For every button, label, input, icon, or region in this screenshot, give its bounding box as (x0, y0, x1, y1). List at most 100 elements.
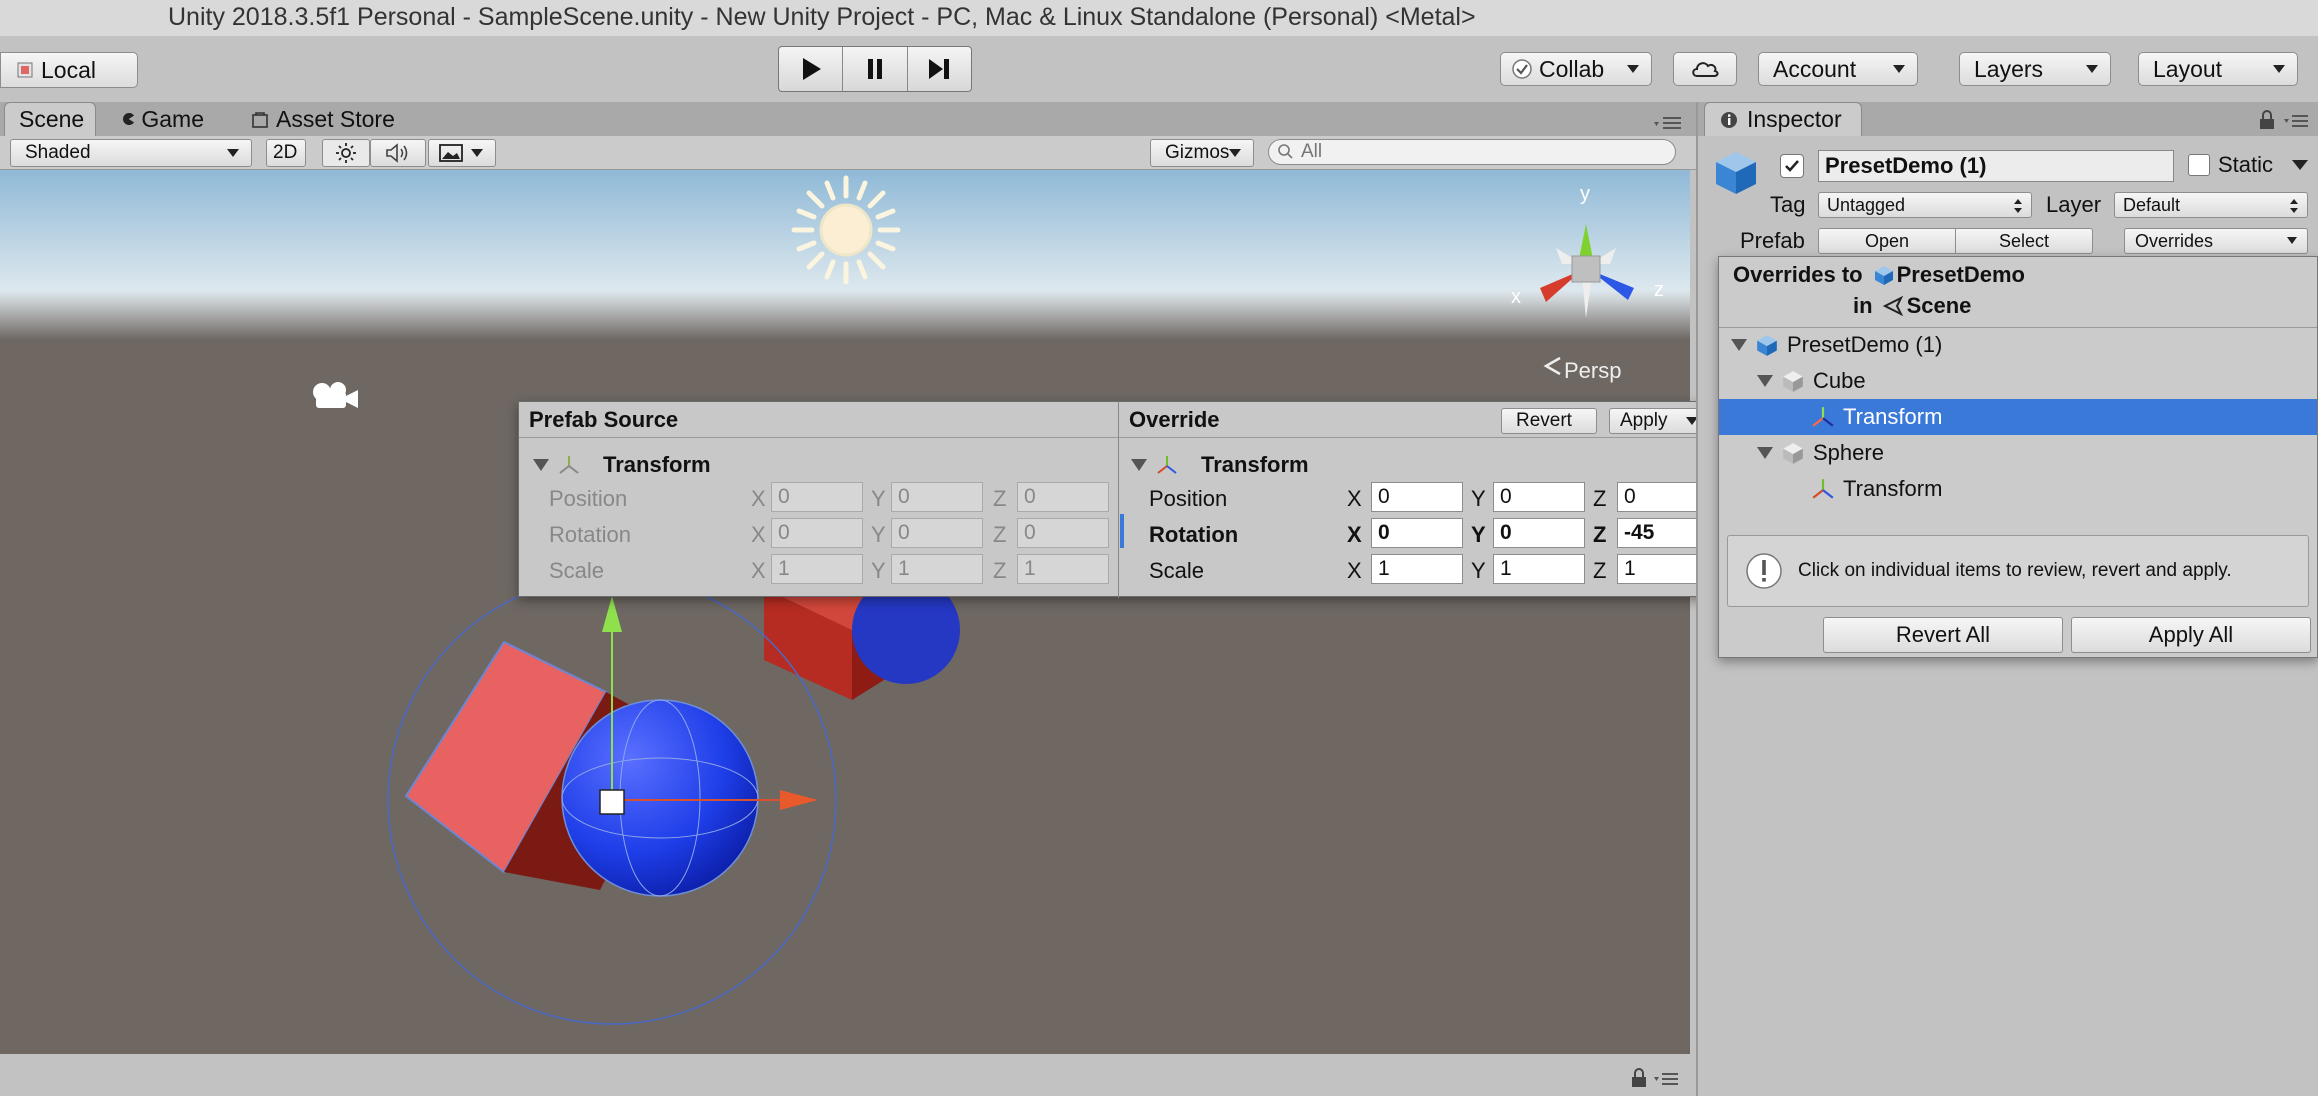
foldout-triangle-icon (1131, 459, 1147, 471)
play-button[interactable] (779, 47, 844, 91)
static-dropdown-icon[interactable] (2292, 160, 2308, 170)
scene-bottom-strip (0, 1054, 1696, 1096)
source-component-header[interactable]: Transform (533, 452, 711, 478)
source-component-name: Transform (603, 452, 711, 477)
apply-label: Apply (1620, 410, 1668, 431)
tree-item-sphere[interactable]: Sphere (1719, 435, 2317, 471)
source-scale-z-field: 1 (1017, 554, 1109, 584)
tag-dropdown[interactable]: Untagged (1818, 192, 2032, 218)
toggle-2d-button[interactable]: 2D (266, 139, 306, 167)
scene-orientation-gizmo[interactable] (1540, 224, 1634, 318)
foldout-triangle-icon (1757, 375, 1773, 387)
apply-all-button[interactable]: Apply All (2071, 617, 2311, 653)
speaker-icon (386, 143, 408, 163)
play-icon (802, 58, 821, 80)
scene-search-input[interactable] (1299, 140, 1663, 164)
overrides-popup: Overrides to PresetDemo in Scene PresetD… (1718, 256, 2318, 658)
override-scale-x-field[interactable]: 1 (1371, 554, 1463, 584)
apply-dropdown[interactable]: Apply (1609, 408, 1707, 434)
gizmo-x-label: x (1511, 286, 1521, 308)
checkmark-icon (1785, 160, 1799, 172)
panel-menu-icon[interactable] (1652, 1070, 1680, 1088)
revert-label: Revert (1516, 410, 1572, 431)
prefab-override-comparison: Prefab Source Override Revert Apply Tran… (518, 401, 1716, 598)
tab-asset-store-label: Asset Store (276, 105, 395, 132)
revert-all-button[interactable]: Revert All (1823, 617, 2063, 653)
chevron-down-icon (1893, 65, 1905, 73)
tree-item-label: Cube (1813, 368, 1866, 393)
lock-icon[interactable] (2258, 110, 2276, 130)
step-button[interactable] (908, 47, 971, 91)
tab-inspector[interactable]: Inspector (1704, 102, 1862, 136)
axis-y-label: Y (871, 522, 886, 547)
override-title: Override (1129, 406, 1220, 432)
revert-button[interactable]: Revert (1501, 408, 1597, 434)
gizmos-label: Gizmos (1165, 142, 1230, 163)
pivot-rotation-button[interactable]: Local (0, 52, 138, 88)
overrides-title-prefix: Overrides to (1733, 262, 1863, 287)
front-sphere[interactable] (561, 699, 759, 897)
tree-item-sphere-transform[interactable]: Transform (1719, 471, 2317, 507)
chevron-down-icon (227, 149, 239, 157)
tree-item-cube[interactable]: Cube (1719, 363, 2317, 399)
panel-menu-icon[interactable] (1652, 114, 1684, 132)
panel-menu-icon[interactable] (2282, 112, 2310, 130)
layout-dropdown[interactable]: Layout (2138, 52, 2298, 86)
object-name-field[interactable]: PresetDemo (1) (1818, 150, 2174, 182)
axis-z-label: Z (1593, 558, 1607, 583)
info-text: Click on individual items to review, rev… (1798, 560, 2232, 581)
scene-viewport[interactable]: y x z Persp (0, 170, 1690, 1054)
asset-store-bag-icon (252, 112, 268, 128)
prefab-open-button[interactable]: Open (1818, 228, 1956, 254)
overrides-dropdown[interactable]: Overrides (2124, 228, 2308, 254)
override-rotation-y-field[interactable]: 0 (1493, 518, 1585, 548)
axis-y-label: Y (1471, 486, 1486, 511)
source-scale-x-field: 1 (771, 554, 863, 584)
apply-all-label: Apply All (2148, 622, 2234, 647)
chevron-down-icon (2287, 237, 2297, 244)
gizmo-z-label: z (1654, 279, 1664, 301)
override-position-y-field[interactable]: 0 (1493, 482, 1585, 512)
layers-dropdown[interactable]: Layers (1959, 52, 2111, 86)
tab-scene-label: Scene (19, 106, 85, 132)
prefab-select-button[interactable]: Select (1955, 228, 2093, 254)
prefab-open-label: Open (1864, 230, 1910, 251)
prefab-source-title: Prefab Source (529, 406, 679, 432)
scene-search-field[interactable] (1268, 139, 1676, 165)
persp-toggle[interactable]: Persp (1543, 356, 1621, 383)
pause-button[interactable] (843, 47, 908, 91)
tree-item-cube-transform[interactable]: Transform (1719, 399, 2317, 435)
overrides-popup-title: Overrides to PresetDemo in Scene (1733, 259, 2025, 321)
scene-effects-dropdown[interactable] (428, 139, 496, 167)
source-rotation-y-field: 0 (891, 518, 983, 548)
source-rotation-z-field: 0 (1017, 518, 1109, 548)
shading-mode-dropdown[interactable]: Shaded (10, 139, 252, 167)
tab-asset-store[interactable]: Asset Store (236, 102, 416, 136)
chevron-down-icon (2273, 65, 2285, 73)
info-helpbox: Click on individual items to review, rev… (1727, 535, 2309, 607)
game-pacman-icon (123, 112, 135, 126)
gizmos-dropdown[interactable]: Gizmos (1150, 139, 1254, 167)
active-checkbox[interactable] (1780, 154, 1804, 178)
foldout-triangle-icon (1731, 339, 1747, 351)
scene-audio-toggle[interactable] (370, 139, 426, 167)
override-rotation-x-field[interactable]: 0 (1371, 518, 1463, 548)
main-toolbar: Local Collab Account Layers Layout (0, 36, 2318, 102)
static-checkbox[interactable] (2188, 154, 2210, 176)
tab-scene[interactable]: Scene (4, 102, 96, 136)
override-scale-y-field[interactable]: 1 (1493, 554, 1585, 584)
static-label: Static (2218, 152, 2274, 177)
lock-icon[interactable] (1630, 1068, 1648, 1088)
axis-z-label: Z (1593, 522, 1607, 547)
override-position-x-field[interactable]: 0 (1371, 482, 1463, 512)
override-component-header[interactable]: Transform (1131, 452, 1309, 478)
collab-dropdown[interactable]: Collab (1500, 52, 1652, 86)
scene-lighting-toggle[interactable] (322, 139, 370, 167)
account-dropdown[interactable]: Account (1758, 52, 1918, 86)
layer-label: Layer (2046, 192, 2102, 217)
tag-value: Untagged (1827, 194, 1906, 215)
layer-dropdown[interactable]: Default (2114, 192, 2308, 218)
tab-game[interactable]: Game (108, 102, 218, 136)
cloud-button[interactable] (1673, 52, 1737, 86)
tree-item-presetdemo[interactable]: PresetDemo (1) (1719, 327, 2317, 363)
